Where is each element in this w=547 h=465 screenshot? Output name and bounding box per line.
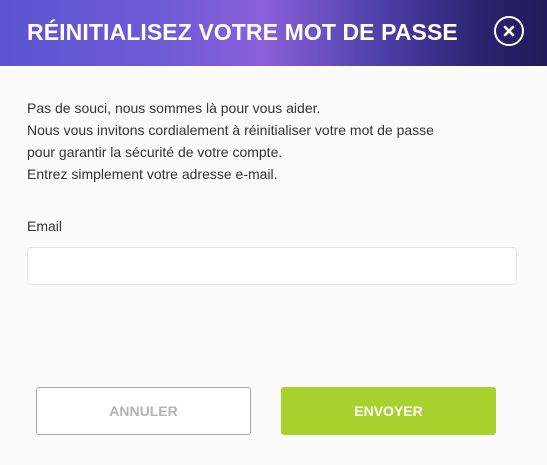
email-field[interactable] bbox=[27, 247, 517, 285]
intro-line: pour garantir la sécurité de votre compt… bbox=[27, 144, 283, 160]
intro-text: Pas de souci, nous sommes là pour vous a… bbox=[27, 97, 517, 185]
intro-line: Pas de souci, nous sommes là pour vous a… bbox=[27, 100, 321, 116]
close-button[interactable] bbox=[494, 16, 524, 46]
close-icon bbox=[502, 24, 516, 38]
cancel-button[interactable]: ANNULER bbox=[36, 387, 251, 435]
dialog-title: RÉINITIALISEZ VOTRE MOT DE PASSE bbox=[27, 19, 458, 45]
intro-line: Entrez simplement votre adresse e-mail. bbox=[27, 166, 278, 182]
send-button[interactable]: ENVOYER bbox=[281, 387, 496, 435]
email-label: Email bbox=[27, 218, 63, 234]
reset-password-dialog: RÉINITIALISEZ VOTRE MOT DE PASSE Pas de … bbox=[0, 0, 547, 465]
intro-line: Nous vous invitons cordialement à réinit… bbox=[27, 122, 434, 138]
dialog-header: RÉINITIALISEZ VOTRE MOT DE PASSE bbox=[0, 0, 547, 66]
